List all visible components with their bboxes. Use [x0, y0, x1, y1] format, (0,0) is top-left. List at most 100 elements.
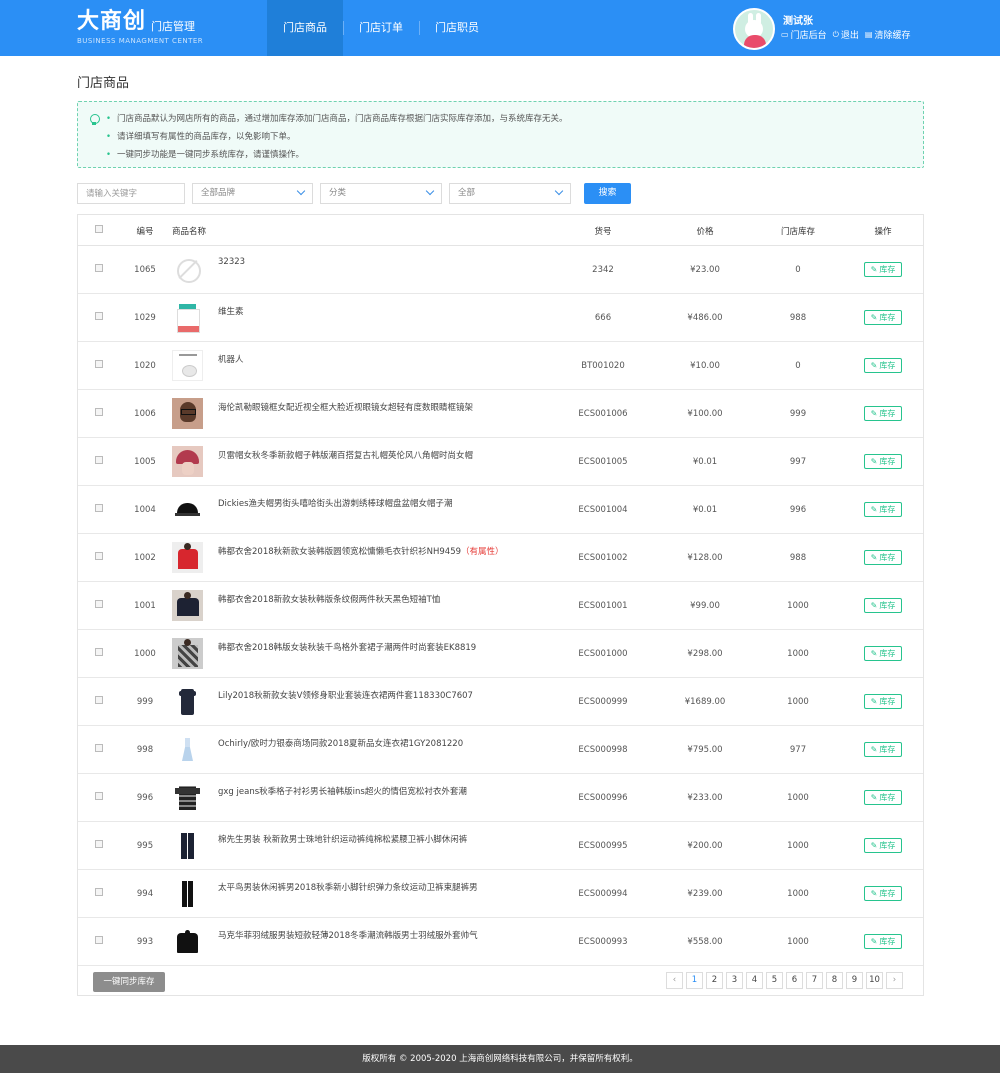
avatar[interactable]	[733, 8, 775, 50]
product-thumbnail[interactable]	[172, 638, 203, 669]
edit-stock-button[interactable]: ✎ 库存	[864, 310, 902, 325]
edit-stock-button[interactable]: ✎ 库存	[864, 262, 902, 277]
edit-stock-button[interactable]: ✎ 库存	[864, 790, 902, 805]
product-name[interactable]: 韩都衣舍2018秋新款女装韩版圆领宽松慵懒毛衣针织衫NH9459（有属性）	[218, 545, 504, 557]
product-thumbnail[interactable]	[172, 686, 203, 717]
row-checkbox[interactable]	[95, 696, 103, 704]
product-thumbnail[interactable]	[172, 398, 203, 429]
edit-stock-button[interactable]: ✎ 库存	[864, 454, 902, 469]
page-10[interactable]: 10	[866, 972, 883, 989]
tab-store-staff[interactable]: 门店职员	[419, 0, 495, 56]
product-name[interactable]: 太平鸟男装休闲裤男2018秋季新小脚针织弹力条纹运动卫裤束腿裤男	[218, 881, 478, 893]
product-name[interactable]: Ochirly/欧时力银泰商场同款2018夏新品女连衣裙1GY2081220	[218, 737, 463, 749]
scope-select[interactable]: 全部	[449, 183, 571, 204]
row-checkbox[interactable]	[95, 456, 103, 464]
edit-stock-button[interactable]: ✎ 库存	[864, 838, 902, 853]
row-checkbox[interactable]	[95, 840, 103, 848]
page-8[interactable]: 8	[826, 972, 843, 989]
clear-cache-link[interactable]: ▤ 清除缓存	[865, 28, 911, 41]
logo-subtitle: BUSINESS MANAGMENT CENTER	[77, 37, 204, 45]
page-9[interactable]: 9	[846, 972, 863, 989]
keyword-search-input[interactable]	[77, 183, 185, 204]
edit-stock-button[interactable]: ✎ 库存	[864, 694, 902, 709]
product-name[interactable]: 维生素	[218, 305, 244, 317]
category-select[interactable]: 分类	[320, 183, 442, 204]
row-checkbox[interactable]	[95, 312, 103, 320]
prev-page-button[interactable]: ‹	[666, 972, 683, 989]
product-thumbnail[interactable]	[172, 494, 203, 525]
edit-stock-button[interactable]: ✎ 库存	[864, 550, 902, 565]
edit-stock-button[interactable]: ✎ 库存	[864, 598, 902, 613]
lightbulb-icon	[87, 111, 101, 125]
edit-stock-button[interactable]: ✎ 库存	[864, 934, 902, 949]
edit-stock-button[interactable]: ✎ 库存	[864, 406, 902, 421]
page-1[interactable]: 1	[686, 972, 703, 989]
row-checkbox[interactable]	[95, 600, 103, 608]
row-checkbox[interactable]	[95, 264, 103, 272]
product-name[interactable]: 马克华菲羽绒服男装短款轻薄2018冬季潮流韩版男士羽绒服外套帅气	[218, 929, 478, 941]
row-checkbox[interactable]	[95, 552, 103, 560]
tab-store-goods[interactable]: 门店商品	[267, 0, 343, 56]
product-thumbnail[interactable]	[172, 254, 203, 285]
edit-stock-label: 库存	[879, 841, 896, 850]
product-name[interactable]: 贝雷帽女秋冬季新款帽子韩版潮百搭复古礼帽英伦风八角帽时尚女帽	[218, 449, 473, 461]
page-7[interactable]: 7	[806, 972, 823, 989]
product-thumbnail[interactable]	[172, 302, 203, 333]
edit-stock-button[interactable]: ✎ 库存	[864, 886, 902, 901]
select-all-checkbox[interactable]	[95, 225, 103, 233]
table-row: 996 gxg jeans秋季格子衬衫男长袖韩版ins超火的情侣宽松衬衣外套潮 EC…	[78, 774, 923, 822]
scope-select-value: 全部	[458, 188, 476, 198]
row-checkbox[interactable]	[95, 648, 103, 656]
row-checkbox[interactable]	[95, 936, 103, 944]
product-name[interactable]: gxg jeans秋季格子衬衫男长袖韩版ins超火的情侣宽松衬衣外套潮	[218, 785, 467, 797]
brand-select[interactable]: 全部品牌	[192, 183, 313, 204]
page-6[interactable]: 6	[786, 972, 803, 989]
header-stock: 门店库存	[780, 227, 815, 237]
product-name[interactable]: Dickies渔夫帽男街头嘻哈街头出游刺绣棒球帽盘盆帽女帽子潮	[218, 497, 453, 509]
product-thumbnail[interactable]	[172, 446, 203, 477]
edit-stock-button[interactable]: ✎ 库存	[864, 742, 902, 757]
sync-stock-button[interactable]: 一键同步库存	[93, 972, 165, 992]
page-4[interactable]: 4	[746, 972, 763, 989]
tab-store-orders[interactable]: 门店订单	[343, 0, 419, 56]
edit-stock-button[interactable]: ✎ 库存	[864, 646, 902, 661]
product-thumbnail[interactable]	[172, 590, 203, 621]
edit-stock-button[interactable]: ✎ 库存	[864, 502, 902, 517]
header-name: 商品名称	[172, 227, 207, 237]
search-button[interactable]: 搜索	[584, 183, 631, 204]
page-5[interactable]: 5	[766, 972, 783, 989]
store-backend-link[interactable]: ▭ 门店后台	[781, 28, 827, 41]
product-thumbnail[interactable]	[172, 782, 203, 813]
row-checkbox[interactable]	[95, 888, 103, 896]
row-checkbox[interactable]	[95, 744, 103, 752]
product-name[interactable]: 32323	[218, 257, 245, 267]
page-3[interactable]: 3	[726, 972, 743, 989]
product-thumbnail[interactable]	[172, 350, 203, 381]
goods-sku: ECS000995	[578, 841, 628, 851]
product-thumbnail[interactable]	[172, 542, 203, 573]
row-checkbox[interactable]	[95, 360, 103, 368]
product-thumbnail[interactable]	[172, 734, 203, 765]
product-name-text: Lily2018秋新款女装V领修身职业套装连衣裙两件套118330C7607	[218, 691, 473, 701]
goods-price: ¥0.01	[692, 457, 718, 467]
page-2[interactable]: 2	[706, 972, 723, 989]
product-thumbnail[interactable]	[172, 878, 203, 909]
product-name[interactable]: 韩都衣舍2018韩版女装秋装千鸟格外套裙子潮两件时尚套装EK8819	[218, 641, 476, 653]
product-name[interactable]: Lily2018秋新款女装V领修身职业套装连衣裙两件套118330C7607	[218, 689, 473, 701]
product-name[interactable]: 海伦凯勒眼镜框女配近视全框大脸近视眼镜女超轻有度数眼睛框镜架	[218, 401, 473, 413]
product-thumbnail[interactable]	[172, 830, 203, 861]
logout-link[interactable]: ⏻ 退出	[833, 28, 859, 42]
table-row: 998 Ochirly/欧时力银泰商场同款2018夏新品女连衣裙1GY208122…	[78, 726, 923, 774]
next-page-button[interactable]: ›	[886, 972, 903, 989]
product-name[interactable]: 机器人	[218, 353, 244, 365]
product-thumbnail[interactable]	[172, 926, 203, 957]
product-name[interactable]: 棉先生男装 秋新款男士珠地针织运动裤纯棉松紧腰卫裤小脚休闲裤	[218, 833, 467, 845]
goods-id: 1004	[134, 505, 156, 515]
row-checkbox[interactable]	[95, 792, 103, 800]
edit-stock-button[interactable]: ✎ 库存	[864, 358, 902, 373]
goods-id: 1002	[134, 553, 156, 563]
row-checkbox[interactable]	[95, 504, 103, 512]
product-name[interactable]: 韩都衣舍2018新款女装秋韩版条纹假两件秋天黑色短袖T恤	[218, 593, 440, 605]
goods-sku: ECS000996	[578, 793, 628, 803]
row-checkbox[interactable]	[95, 408, 103, 416]
